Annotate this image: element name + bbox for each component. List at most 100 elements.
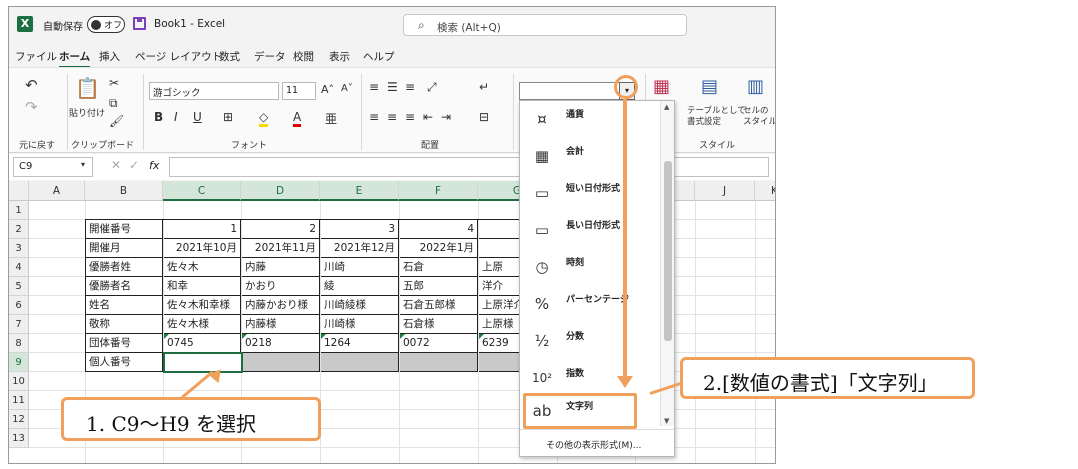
row-header[interactable]: 1 <box>9 201 29 220</box>
table-cell[interactable]: 石倉 <box>400 258 478 277</box>
selected-cell[interactable] <box>321 353 399 372</box>
tab-file[interactable]: ファイル <box>15 49 57 64</box>
border-icon[interactable]: ⊞ <box>223 110 233 124</box>
column-header[interactable]: D <box>241 181 320 201</box>
menu-scrollbar[interactable]: ▲ ▼ <box>660 101 674 426</box>
row-header[interactable]: 4 <box>9 258 29 277</box>
table-cell[interactable]: 石倉様 <box>400 315 478 334</box>
column-header[interactable]: B <box>85 181 163 201</box>
table-cell[interactable]: 0218 <box>242 334 320 353</box>
menu-item-scientific[interactable]: 10² 指数 <box>520 360 658 397</box>
align-right-icon[interactable]: ≡ <box>405 110 415 124</box>
table-format-label[interactable]: テーブルとして 書式設定 <box>687 106 746 128</box>
row-header[interactable]: 9 <box>9 353 29 372</box>
row-header[interactable]: 13 <box>9 429 29 448</box>
table-cell[interactable]: 1264 <box>321 334 399 353</box>
tab-review[interactable]: 校閲 <box>293 49 314 64</box>
row-header[interactable]: 6 <box>9 296 29 315</box>
grow-font-icon[interactable]: A˄ <box>321 83 334 96</box>
menu-item-percentage[interactable]: % パーセンテージ <box>520 286 658 323</box>
table-cell[interactable]: 川崎綾様 <box>321 296 399 315</box>
indent-icon[interactable]: ⇤ <box>423 110 433 124</box>
table-cell[interactable]: 開催月 <box>86 239 163 258</box>
cancel-icon[interactable]: ✕ <box>111 158 121 172</box>
scroll-thumb[interactable] <box>664 161 672 341</box>
table-cell[interactable]: 2 <box>242 220 320 239</box>
insert-function-icon[interactable]: fx <box>149 159 159 172</box>
fill-color-icon[interactable]: ◇ <box>259 110 269 127</box>
tab-insert[interactable]: 挿入 <box>99 49 120 64</box>
menu-item-time[interactable]: ◷ 時刻 <box>520 249 658 286</box>
table-cell[interactable]: 0072 <box>400 334 478 353</box>
cell-style-label[interactable]: セルの スタイル <box>743 106 775 128</box>
tab-view[interactable]: 表示 <box>329 49 350 64</box>
wrap-text-icon[interactable]: ↵ <box>479 80 489 94</box>
save-icon[interactable] <box>133 17 146 30</box>
paste-icon[interactable]: 📋 <box>75 76 100 100</box>
row-header[interactable]: 2 <box>9 220 29 239</box>
shrink-font-icon[interactable]: A˅ <box>341 83 353 94</box>
format-painter-icon[interactable]: 🖌 <box>109 114 124 128</box>
italic-icon[interactable]: I <box>174 110 178 124</box>
redo-icon[interactable]: ↷ <box>25 98 38 116</box>
name-box-dropdown-icon[interactable]: ▾ <box>81 160 85 169</box>
font-color-icon[interactable]: A <box>293 110 302 127</box>
row-header[interactable]: 8 <box>9 334 29 353</box>
font-size-select[interactable]: 11 <box>282 82 316 100</box>
autosave-toggle[interactable]: オフ <box>87 16 125 33</box>
table-cell[interactable]: 川崎 <box>321 258 399 277</box>
cell-style-icon[interactable]: ▥ <box>747 76 764 97</box>
selected-cell[interactable] <box>400 353 478 372</box>
search-box[interactable]: ⌕ 検索 (Alt+Q) <box>403 14 687 36</box>
copy-icon[interactable]: ⧉ <box>109 96 118 111</box>
table-cell[interactable]: 4 <box>400 220 478 239</box>
merge-icon[interactable]: ⊟ <box>479 110 489 124</box>
table-cell[interactable]: 団体番号 <box>86 334 163 353</box>
paste-label[interactable]: 貼り付け <box>69 106 105 119</box>
selected-cell[interactable] <box>242 353 320 372</box>
column-header[interactable]: J <box>695 181 755 201</box>
table-cell[interactable]: 開催番号 <box>86 220 163 239</box>
tab-formulas[interactable]: 数式 <box>219 49 240 64</box>
table-cell[interactable]: 敬称 <box>86 315 163 334</box>
row-header[interactable]: 5 <box>9 277 29 296</box>
tab-home[interactable]: ホーム <box>59 49 91 68</box>
phonetic-icon[interactable]: 亜 <box>325 110 337 127</box>
align-left-icon[interactable]: ≡ <box>369 110 379 124</box>
enter-icon[interactable]: ✓ <box>129 158 139 172</box>
table-cell[interactable]: 佐々木 <box>164 258 241 277</box>
outdent-icon[interactable]: ⇥ <box>441 110 451 124</box>
scroll-up-icon[interactable]: ▲ <box>664 103 669 111</box>
tab-page-layout[interactable]: ページ レイアウト <box>135 49 222 64</box>
table-cell[interactable]: 内藤 <box>242 258 320 277</box>
bold-icon[interactable]: B <box>154 110 163 124</box>
table-cell[interactable]: 2021年12月 <box>321 239 399 258</box>
column-header[interactable]: A <box>29 181 85 201</box>
table-cell[interactable]: 1 <box>164 220 241 239</box>
menu-item-currency[interactable]: ¤ 通貨 <box>520 101 658 138</box>
table-cell[interactable]: 佐々木和幸様 <box>164 296 241 315</box>
table-cell[interactable]: 0745 <box>164 334 241 353</box>
orientation-icon[interactable]: ⤢ <box>427 80 437 95</box>
menu-item-accounting[interactable]: ▦ 会計 <box>520 138 658 175</box>
table-cell[interactable]: 優勝者名 <box>86 277 163 296</box>
table-cell[interactable]: 川崎様 <box>321 315 399 334</box>
table-cell[interactable]: 個人番号 <box>86 353 163 372</box>
table-cell[interactable]: 五郎 <box>400 277 478 296</box>
table-cell[interactable]: 2022年1月 <box>400 239 478 258</box>
align-middle-icon[interactable]: ☰ <box>387 80 398 94</box>
formula-input[interactable] <box>169 157 769 177</box>
row-header[interactable]: 3 <box>9 239 29 258</box>
align-center-icon[interactable]: ≡ <box>387 110 397 124</box>
undo-icon[interactable]: ↶ <box>25 76 38 94</box>
table-cell[interactable]: 綾 <box>321 277 399 296</box>
table-cell[interactable]: 姓名 <box>86 296 163 315</box>
table-cell[interactable]: 石倉五郎様 <box>400 296 478 315</box>
table-cell[interactable]: 和幸 <box>164 277 241 296</box>
tab-data[interactable]: データ <box>254 49 286 64</box>
scroll-down-icon[interactable]: ▼ <box>664 417 669 425</box>
table-cell[interactable]: 2021年10月 <box>164 239 241 258</box>
table-cell[interactable]: 3 <box>321 220 399 239</box>
column-header[interactable]: C <box>163 181 241 201</box>
menu-item-fraction[interactable]: ½ 分数 <box>520 323 658 360</box>
